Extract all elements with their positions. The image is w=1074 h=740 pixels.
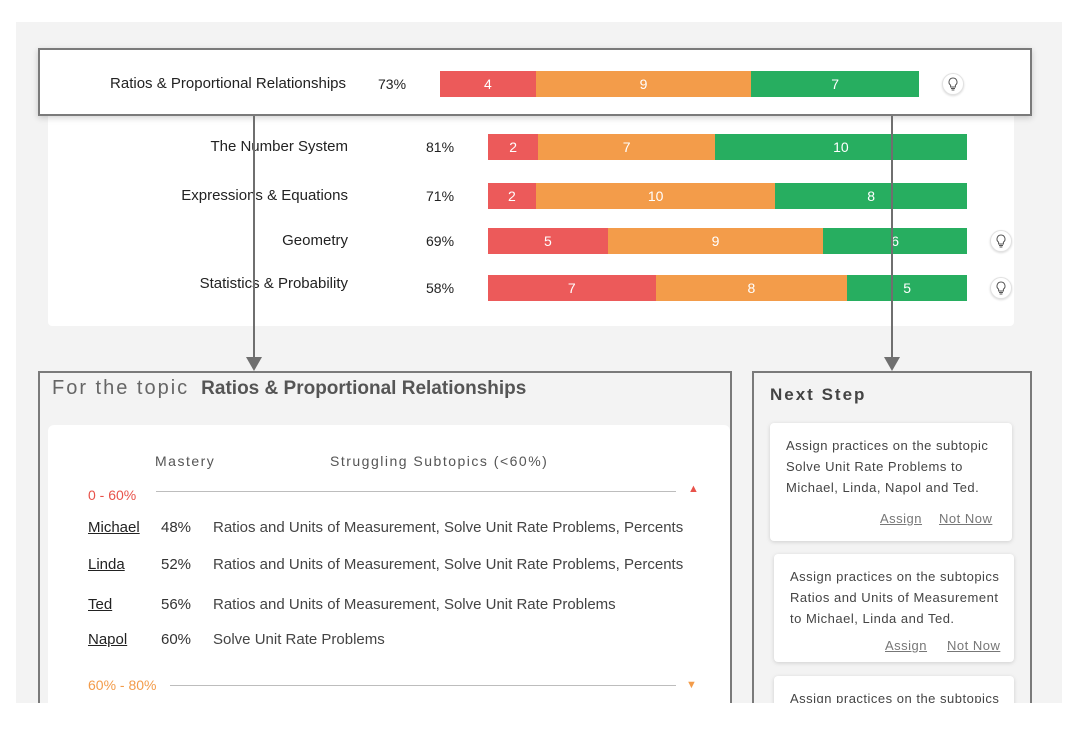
- bar-segment-low: 7: [488, 275, 656, 301]
- mastery-bar: 7 8 5: [488, 275, 967, 301]
- mastery-bar: 2 7 10: [488, 134, 967, 160]
- student-subtopics: Ratios and Units of Measurement, Solve U…: [213, 519, 684, 536]
- student-score: 52%: [161, 556, 192, 573]
- topic-row[interactable]: The Number System 81% 2 7 10: [48, 134, 1014, 160]
- expand-down-icon[interactable]: ▼: [686, 679, 697, 691]
- arrow-down-icon: [884, 357, 900, 371]
- student-name-link[interactable]: Ted: [88, 596, 112, 613]
- connector-line: [253, 116, 255, 359]
- assign-link[interactable]: Assign: [880, 511, 922, 526]
- lightbulb-icon[interactable]: [990, 230, 1012, 252]
- recommendation-text: Assign practices on the subtopic Solve U…: [786, 438, 989, 495]
- arrow-down-icon: [246, 357, 262, 371]
- topic-name: Geometry: [282, 232, 348, 249]
- student-name-link[interactable]: Napol: [88, 631, 127, 648]
- canvas-bottom-edge: [16, 703, 1062, 715]
- bar-segment-high: 7: [751, 71, 919, 97]
- recommendation-text: Assign practices on the subtopics Ratios…: [790, 569, 1000, 626]
- mastery-bar: 5 9 6: [488, 228, 967, 254]
- mastery-bar: 2 10 8: [488, 183, 967, 209]
- recommendation-card: Assign practices on the subtopics Ratios…: [774, 554, 1014, 662]
- topic-percent: 71%: [426, 188, 455, 204]
- student-subtopics: Solve Unit Rate Problems: [213, 631, 385, 648]
- recommendation-card: Assign practices on the subtopics: [774, 676, 1014, 705]
- topic-row[interactable]: Expressions & Equations 71% 2 10 8: [48, 183, 1014, 209]
- collapse-up-icon[interactable]: ▲: [688, 483, 699, 495]
- lightbulb-icon[interactable]: [990, 277, 1012, 299]
- topic-name: Expressions & Equations: [181, 187, 348, 204]
- bar-segment-mid: 10: [535, 183, 776, 209]
- topic-percent: 73%: [378, 76, 407, 92]
- not-now-link[interactable]: Not Now: [947, 638, 1000, 653]
- bar-segment-low: 2: [488, 183, 536, 209]
- band-label-mid: 60% - 80%: [88, 677, 157, 693]
- bar-segment-high: 8: [775, 183, 967, 209]
- topic-detail-panel: For the topic Ratios & Proportional Relat…: [38, 371, 732, 705]
- subtopics-column-header: Struggling Subtopics (<60%): [330, 453, 549, 469]
- mastery-column-header: Mastery: [155, 453, 216, 469]
- recommendation-card: Assign practices on the subtopic Solve U…: [770, 423, 1012, 541]
- bar-segment-high: 5: [847, 275, 967, 301]
- student-score: 60%: [161, 631, 192, 648]
- student-name-link[interactable]: Linda: [88, 556, 125, 573]
- mastery-bar: 4 9 7: [440, 71, 919, 97]
- assign-link[interactable]: Assign: [885, 638, 927, 653]
- band-divider: [156, 491, 676, 492]
- detail-topic-name: Ratios & Proportional Relationships: [201, 378, 527, 399]
- topic-name: Ratios & Proportional Relationships: [110, 75, 346, 92]
- bar-segment-mid: 8: [655, 275, 848, 301]
- bar-segment-low: 2: [488, 134, 539, 160]
- band-label-low: 0 - 60%: [88, 487, 137, 503]
- bar-segment-high: 10: [714, 134, 967, 160]
- topic-percent: 58%: [426, 280, 455, 296]
- topic-name: The Number System: [210, 138, 348, 155]
- topic-name: Statistics & Probability: [199, 275, 348, 292]
- student-subtopics: Ratios and Units of Measurement, Solve U…: [213, 596, 616, 613]
- band-divider: [170, 685, 676, 686]
- topic-row[interactable]: Geometry 69% 5 9 6: [48, 228, 1014, 254]
- connector-line: [891, 116, 893, 359]
- bar-segment-mid: 9: [535, 71, 752, 97]
- bar-segment-low: 5: [488, 228, 608, 254]
- lightbulb-icon[interactable]: [942, 73, 964, 95]
- next-step-title: Next Step: [770, 385, 867, 404]
- detail-title-prefix: For the topic: [52, 377, 190, 399]
- student-name-link[interactable]: Michael: [88, 519, 140, 536]
- selected-topic-row[interactable]: Ratios & Proportional Relationships 73% …: [38, 48, 1032, 116]
- student-score: 48%: [161, 519, 192, 536]
- bar-segment-high: 6: [823, 228, 967, 254]
- topic-row[interactable]: Statistics & Probability 58% 7 8 5: [48, 275, 1014, 301]
- bar-segment-mid: 9: [607, 228, 824, 254]
- bar-segment-low: 4: [440, 71, 536, 97]
- detail-title: For the topic Ratios & Proportional Relat…: [52, 377, 526, 400]
- next-step-panel: Next Step Assign practices on the subtop…: [752, 371, 1032, 705]
- not-now-link[interactable]: Not Now: [939, 511, 992, 526]
- struggling-students-card: Mastery Struggling Subtopics (<60%) 0 - …: [48, 425, 730, 705]
- student-subtopics: Ratios and Units of Measurement, Solve U…: [213, 556, 684, 573]
- topic-percent: 81%: [426, 139, 455, 155]
- topic-percent: 69%: [426, 233, 455, 249]
- student-score: 56%: [161, 596, 192, 613]
- bar-segment-mid: 7: [538, 134, 715, 160]
- topic-row: Ratios & Proportional Relationships 73% …: [38, 71, 1028, 97]
